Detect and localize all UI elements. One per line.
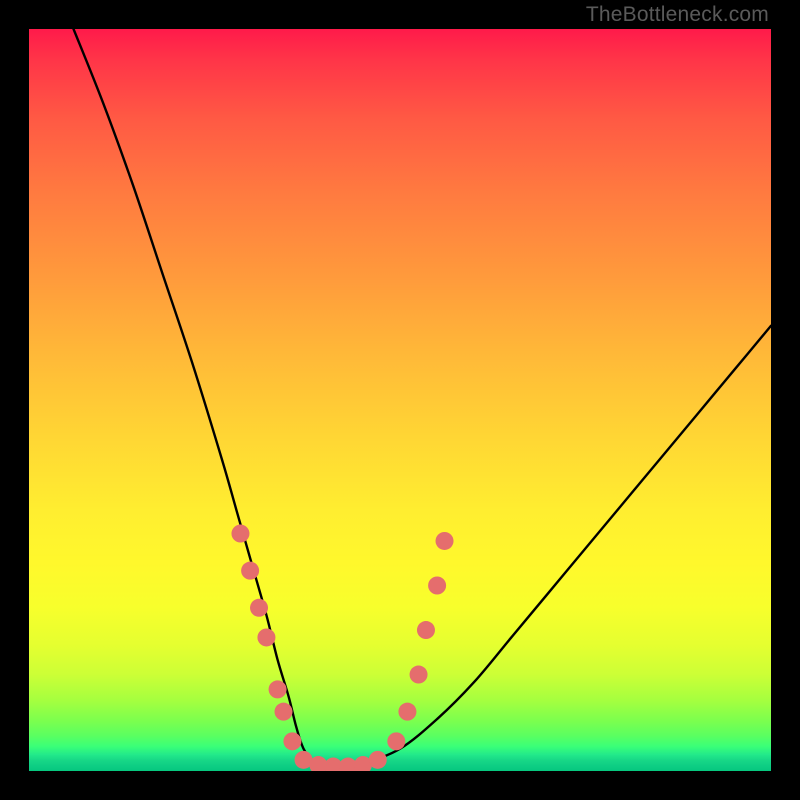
- watermark-text: TheBottleneck.com: [586, 3, 769, 27]
- data-marker: [387, 732, 405, 750]
- bottleneck-curve: [74, 29, 771, 768]
- data-marker: [231, 525, 249, 543]
- outer-frame: TheBottleneck.com: [0, 0, 800, 800]
- data-marker: [283, 732, 301, 750]
- data-marker: [275, 703, 293, 721]
- data-marker: [257, 628, 275, 646]
- data-marker: [250, 599, 268, 617]
- plot-area: [29, 29, 771, 771]
- data-marker: [436, 532, 454, 550]
- data-marker: [369, 751, 387, 769]
- data-marker: [241, 562, 259, 580]
- chart-svg: [29, 29, 771, 771]
- data-marker: [428, 577, 446, 595]
- data-marker: [410, 666, 428, 684]
- data-marker: [417, 621, 435, 639]
- data-marker: [398, 703, 416, 721]
- data-marker: [269, 680, 287, 698]
